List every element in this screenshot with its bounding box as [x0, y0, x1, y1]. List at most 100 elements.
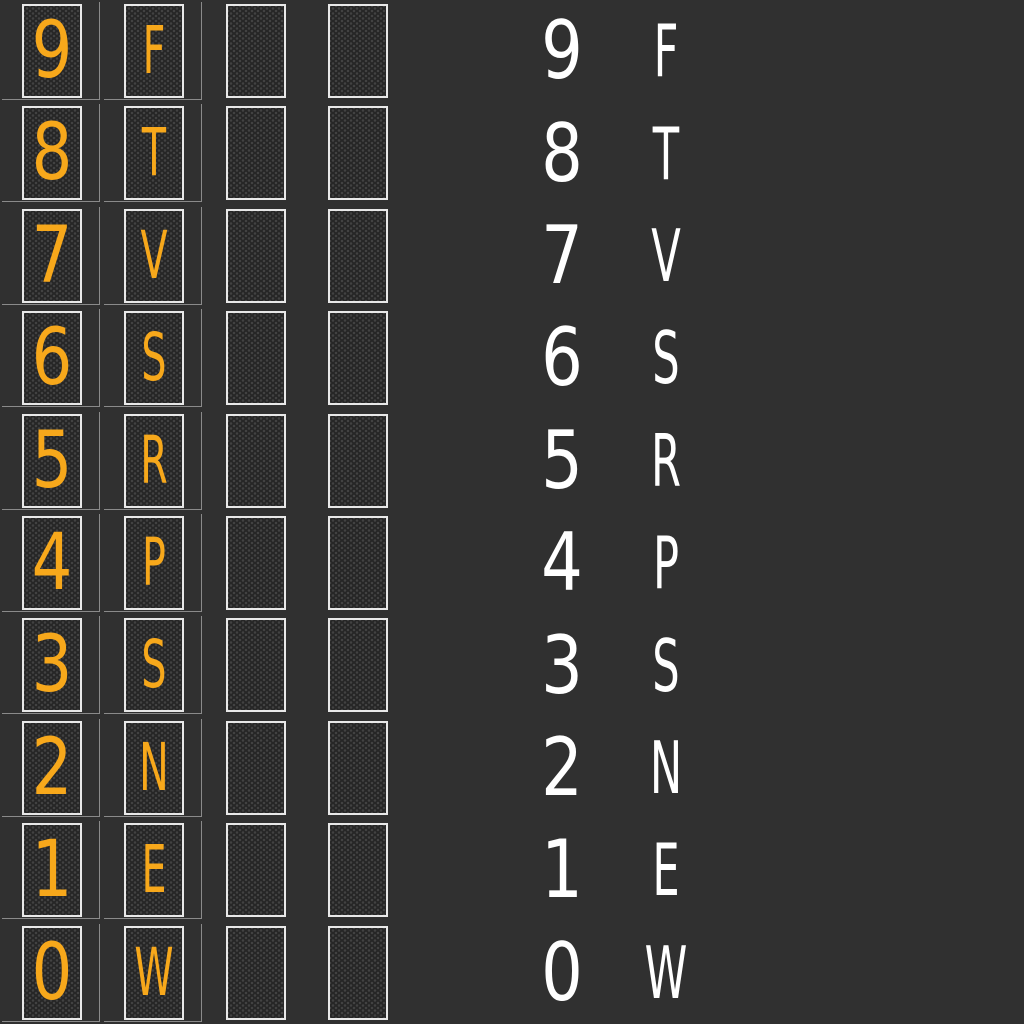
letter-tile: P: [124, 516, 184, 610]
digit-tile-cell: 1: [2, 821, 100, 920]
digit-tile: 4: [22, 516, 82, 610]
digit-tile: 9: [22, 4, 82, 98]
blank-tile-cell: [206, 104, 304, 202]
preview-letter: N: [649, 725, 683, 810]
blank-tile: [328, 720, 388, 815]
letter-tile-cell: T: [104, 104, 202, 203]
preview-letter: F: [653, 9, 679, 94]
blank-tile: [328, 208, 388, 303]
tile-row: 2N: [0, 717, 410, 819]
blank-tile-cell: [206, 821, 304, 919]
letter-tile-cell: W: [104, 923, 202, 1022]
digit-tile-cell: 4: [2, 514, 100, 612]
blank-tile-cell: [206, 514, 304, 612]
blank-tile: [226, 720, 286, 815]
digit-tile: 8: [22, 106, 82, 201]
letter-tile: W: [124, 925, 184, 1020]
tile-letter: T: [141, 114, 167, 192]
blank-tile: [328, 516, 388, 610]
digit-tile-cell: 3: [2, 616, 100, 715]
blank-tile: [328, 106, 388, 201]
blank-tile-cell: [206, 207, 304, 305]
preview-digit: 6: [541, 311, 583, 405]
preview-row: 0W: [410, 922, 1024, 1024]
tile-digit: 1: [31, 825, 73, 916]
preview-row: 6S: [410, 307, 1024, 409]
digit-tile: 7: [22, 208, 82, 303]
letter-tile: T: [124, 106, 184, 201]
letter-tile: F: [124, 4, 184, 98]
preview-letter: T: [652, 111, 680, 196]
blank-tile: [328, 618, 388, 713]
preview-row: 2N: [410, 717, 1024, 819]
letter-tile: R: [124, 413, 184, 508]
blank-tile-cell: [308, 924, 406, 1022]
blank-tile: [328, 925, 388, 1020]
preview-row: 4P: [410, 512, 1024, 614]
preview-row: 3S: [410, 614, 1024, 716]
blank-tile-cell: [308, 514, 406, 612]
preview-digit: 2: [541, 720, 583, 814]
blank-tile-cell: [308, 821, 406, 919]
preview-row: 8T: [410, 102, 1024, 204]
blank-tile-cell: [206, 412, 304, 510]
preview-digit: 0: [541, 925, 583, 1019]
digit-tile-cell: 6: [2, 309, 100, 408]
preview-row: 5R: [410, 410, 1024, 512]
tile-row: 6S: [0, 307, 410, 409]
preview-digit: 4: [541, 516, 583, 610]
digit-tile-cell: 8: [2, 104, 100, 203]
tile-digit: 9: [31, 6, 73, 96]
letter-tile-cell: S: [104, 616, 202, 715]
tile-digit: 8: [31, 108, 73, 199]
preview-letter: E: [652, 828, 680, 913]
blank-tile: [328, 823, 388, 918]
letter-tile-cell: E: [104, 821, 202, 920]
texture-sheet: 9F8T7V6S5R4P3S2N1E0W 9F8T7V6S5R4P3S2N1E0…: [0, 0, 1024, 1024]
blank-tile: [226, 4, 286, 98]
letter-tile: N: [124, 720, 184, 815]
digit-tile-cell: 0: [2, 923, 100, 1022]
preview-digit: 1: [541, 823, 583, 917]
preview-digit: 8: [541, 106, 583, 200]
preview-digit: 3: [541, 618, 583, 712]
digit-tile: 0: [22, 925, 82, 1020]
digit-tile: 1: [22, 823, 82, 918]
preview-letter: W: [644, 930, 688, 1015]
letter-tile: E: [124, 823, 184, 918]
blank-tile: [328, 4, 388, 98]
blank-tile-cell: [206, 924, 304, 1022]
blank-tile-cell: [308, 104, 406, 202]
digit-tile-cell: 5: [2, 411, 100, 510]
blank-tile: [328, 311, 388, 406]
letter-tile: V: [124, 208, 184, 303]
tile-letter: W: [134, 933, 174, 1011]
tile-row: 5R: [0, 410, 410, 512]
blank-tile: [226, 413, 286, 508]
preview-letter: V: [651, 213, 681, 298]
blank-tile-cell: [308, 412, 406, 510]
preview-row: 7V: [410, 205, 1024, 307]
preview-row: 1E: [410, 819, 1024, 921]
blank-tile: [226, 208, 286, 303]
digit-tile-cell: 7: [2, 206, 100, 305]
letter-tile-cell: R: [104, 411, 202, 510]
tile-digit: 6: [31, 313, 73, 404]
tile-letter: S: [141, 319, 167, 397]
blank-tile: [328, 413, 388, 508]
tile-letter: N: [139, 728, 169, 806]
tile-letter: P: [142, 524, 166, 601]
blank-tile-cell: [308, 719, 406, 817]
blank-tile-cell: [308, 2, 406, 100]
letter-tile-cell: V: [104, 206, 202, 305]
tile-digit: 3: [31, 620, 73, 711]
letter-tile: S: [124, 311, 184, 406]
tile-letter: S: [141, 626, 167, 704]
blank-tile: [226, 106, 286, 201]
tile-row: 8T: [0, 102, 410, 204]
blank-tile-cell: [206, 309, 304, 407]
preview-digit: 5: [541, 413, 583, 507]
tile-row: 0W: [0, 922, 410, 1024]
blank-tile-cell: [206, 719, 304, 817]
tile-letter: V: [140, 216, 168, 294]
